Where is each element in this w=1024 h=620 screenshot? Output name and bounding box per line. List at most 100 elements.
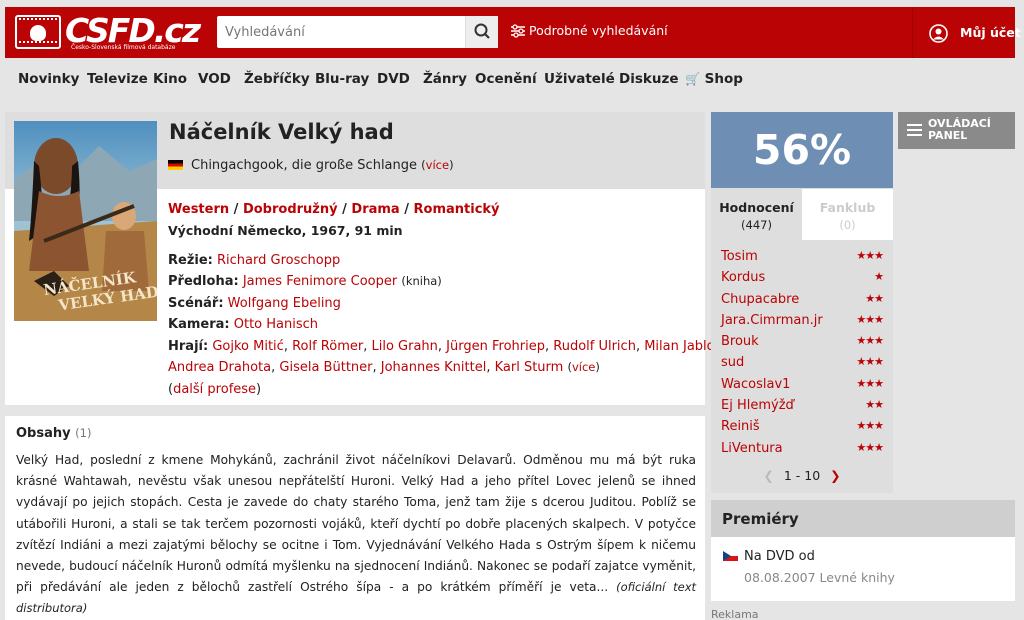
- user-link[interactable]: Jara.Cimrman.jr: [721, 313, 823, 328]
- account-button[interactable]: Můj účet: [912, 7, 1021, 58]
- person-link[interactable]: Wolfgang Ebeling: [228, 296, 341, 311]
- nav-uzivatele[interactable]: Uživatelé: [544, 71, 615, 87]
- nav-oceneni[interactable]: Ocenění: [475, 71, 537, 87]
- credit-note: (kniha): [401, 274, 442, 288]
- user-link[interactable]: Brouk: [721, 334, 759, 349]
- flag-ddr-icon: [168, 160, 183, 170]
- user-link[interactable]: Chupacabre: [721, 292, 799, 307]
- more-professions-link[interactable]: další profese: [173, 382, 256, 397]
- user-link[interactable]: sud: [721, 355, 744, 370]
- nav-diskuze[interactable]: Diskuze: [619, 71, 678, 87]
- plot-count: (1): [75, 426, 92, 440]
- user-link[interactable]: Tosim: [721, 249, 758, 264]
- tab-ratings-label: Hodnocení: [719, 200, 794, 215]
- site-header: CSFD.cz Česko-Slovenská filmová databáze…: [5, 7, 1021, 58]
- nav-zebricky[interactable]: Žebříčky: [244, 71, 310, 87]
- genre-link[interactable]: Romantický: [414, 202, 500, 217]
- sliders-icon: [511, 24, 525, 38]
- user-link[interactable]: Ej Hlemýžď: [721, 398, 794, 413]
- advanced-search-label: Podrobné vyhledávání: [529, 23, 668, 38]
- credit-predloha: Předloha: James Fenimore Cooper (kniha): [168, 271, 442, 292]
- genre-link[interactable]: Western: [168, 202, 229, 217]
- film-title: Náčelník Velký had: [169, 120, 394, 144]
- person-link[interactable]: James Fenimore Cooper: [243, 274, 397, 289]
- nav-televize[interactable]: Televize: [87, 71, 148, 87]
- person-link[interactable]: Otto Hanisch: [234, 317, 318, 332]
- nav-novinky[interactable]: Novinky: [18, 71, 79, 87]
- search-input[interactable]: [217, 16, 465, 48]
- poster-image: NÁČELNÍK VELKÝ HAD: [14, 121, 157, 321]
- ratings-pager: ❮ 1 - 10 ❯: [711, 468, 893, 483]
- nav-dvd[interactable]: DVD: [377, 71, 410, 87]
- credit-label: Předloha:: [168, 274, 239, 289]
- list-item: Kordus ★: [711, 268, 893, 289]
- actors-more-link[interactable]: více: [572, 360, 595, 374]
- actor-link[interactable]: Rolf Römer: [292, 339, 363, 354]
- actor-link[interactable]: Jürgen Frohriep: [446, 339, 545, 354]
- chevron-right-icon[interactable]: ❯: [830, 468, 840, 483]
- film-origin: Východní Německo, 1967, 91 min: [168, 223, 403, 238]
- actor-link[interactable]: Andrea Drahota: [168, 360, 271, 375]
- rating-stars: ★: [874, 270, 884, 284]
- list-item: Jara.Cimrman.jr ★★★: [711, 311, 893, 332]
- chevron-left-icon[interactable]: ❮: [763, 468, 773, 483]
- plot-title: Obsahy: [16, 426, 71, 441]
- list-item: Reiniš ★★★: [711, 417, 893, 438]
- user-link[interactable]: Kordus: [721, 270, 765, 285]
- tab-ratings[interactable]: Hodnocení (447): [711, 189, 802, 240]
- credit-label: Hrají:: [168, 339, 209, 354]
- premiery-heading: Premiéry: [711, 500, 1015, 537]
- pager-range: 1 - 10: [783, 468, 821, 483]
- premiery-body: [711, 537, 1015, 601]
- user-ratings-list: Tosim ★★★ Kordus ★ Chupacabre ★★ Jara.Cimrm…: [711, 247, 893, 460]
- nav-zanry[interactable]: Žánry: [423, 71, 467, 87]
- genre-link[interactable]: Dobrodružný: [243, 202, 338, 217]
- film-reel-icon: [15, 15, 61, 49]
- alt-title: Chingachgook, die große Schlange: [191, 158, 418, 173]
- tab-fanclub[interactable]: Fanklub (0): [802, 189, 893, 240]
- search-button[interactable]: [465, 16, 498, 48]
- credit-rezie: Režie: Richard Groschopp: [168, 250, 340, 271]
- list-item: LiVentura ★★★: [711, 439, 893, 460]
- credit-label: Scénář:: [168, 296, 224, 311]
- credit-kamera: Kamera: Otto Hanisch: [168, 314, 318, 335]
- actor-link[interactable]: Gisela Büttner: [279, 360, 372, 375]
- credit-scenar: Scénář: Wolfgang Ebeling: [168, 293, 341, 314]
- credit-label: Kamera:: [168, 317, 230, 332]
- credit-hraji-cont: Andrea Drahota, Gisela Büttner, Johannes…: [168, 360, 600, 375]
- actor-link[interactable]: Johannes Knittel: [381, 360, 487, 375]
- user-link[interactable]: LiVentura: [721, 441, 783, 456]
- user-link[interactable]: Reiniš: [721, 419, 760, 434]
- logo-subtitle: Česko-Slovenská filmová databáze: [71, 44, 176, 51]
- film-poster[interactable]: NÁČELNÍK VELKÝ HAD: [14, 121, 157, 321]
- nav-kino[interactable]: Kino: [153, 71, 187, 87]
- rating-percent: 56%: [711, 112, 893, 188]
- rating-stars: ★★★: [856, 376, 884, 390]
- main-nav: Novinky Televize Kino VOD Žebříčky Blu-r…: [5, 61, 1015, 98]
- person-link[interactable]: Richard Groschopp: [217, 253, 340, 268]
- rating-stars: ★★: [865, 291, 884, 305]
- nav-vod[interactable]: VOD: [198, 71, 231, 87]
- plot-body: Velký Had, poslední z kmene Mohykánů, za…: [16, 453, 696, 595]
- actor-link[interactable]: Karl Sturm: [495, 360, 564, 375]
- genre-link[interactable]: Drama: [351, 202, 399, 217]
- csfd-logo[interactable]: CSFD.cz Česko-Slovenská filmová databáze: [15, 11, 201, 53]
- list-item: Chupacabre ★★: [711, 290, 893, 311]
- alt-title-more-link[interactable]: více: [426, 158, 449, 172]
- actor-link[interactable]: Lilo Grahn: [371, 339, 437, 354]
- actor-link[interactable]: Rudolf Ulrich: [553, 339, 636, 354]
- nav-shop[interactable]: 🛒 Shop: [685, 71, 743, 87]
- tab-fanclub-count: (0): [839, 218, 856, 232]
- plot-heading: Obsahy (1): [16, 426, 91, 441]
- rating-stars: ★★: [865, 398, 884, 412]
- nav-bluray[interactable]: Blu-ray: [315, 71, 369, 87]
- control-panel-button[interactable]: OVLÁDACÍ PANEL: [898, 112, 1015, 149]
- credit-label: Režie:: [168, 253, 213, 268]
- user-link[interactable]: Wacoslav1: [721, 377, 790, 392]
- rating-stars: ★★★: [856, 334, 884, 348]
- actor-link[interactable]: Gojko Mitić: [212, 339, 283, 354]
- user-icon: [929, 24, 948, 43]
- list-item: Tosim ★★★: [711, 247, 893, 268]
- rating-stars: ★★★: [856, 440, 884, 454]
- advanced-search-link[interactable]: Podrobné vyhledávání: [511, 23, 668, 38]
